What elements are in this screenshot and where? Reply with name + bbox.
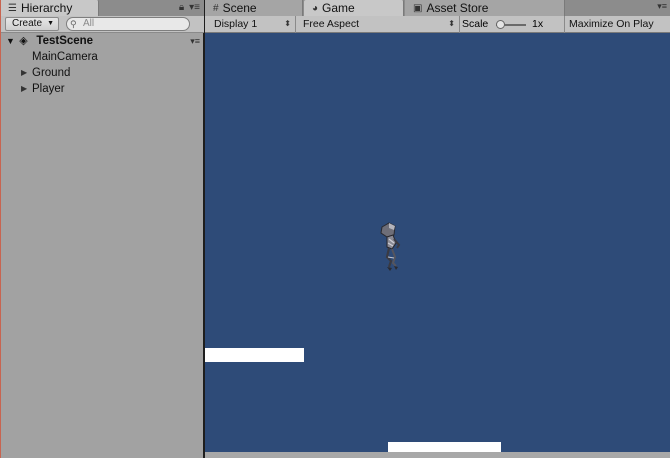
list-icon: ☰	[8, 2, 17, 14]
dropdown-caret-icon: ▼	[47, 20, 54, 27]
tree-item-ground[interactable]: ▶ Ground	[1, 65, 204, 81]
panel-menu-icon[interactable]: ▾≡	[657, 1, 667, 12]
hierarchy-toolbar: Create ▼ ⚲ All	[1, 16, 204, 33]
expanded-arrow-icon[interactable]: ▼	[6, 33, 16, 49]
scale-slider-thumb[interactable]	[496, 20, 505, 29]
updown-arrows-icon: ⬍	[284, 19, 291, 28]
updown-arrows-icon: ⬍	[448, 19, 455, 28]
aspect-value: Free Aspect	[303, 18, 360, 30]
player-sprite	[380, 222, 401, 271]
tab-asset-store-label: Asset Store	[426, 1, 489, 15]
pacman-icon: ◕	[312, 2, 319, 14]
hierarchy-search-input[interactable]: ⚲ All	[66, 17, 190, 31]
tree-item-maincamera[interactable]: MainCamera	[1, 49, 204, 65]
unity-logo-icon: ◈	[19, 35, 28, 47]
game-tab-bar: # Scene ◕ Game ▣ Asset Store ▾≡	[205, 0, 670, 16]
scale-value: 1x	[532, 18, 544, 30]
store-bag-icon: ▣	[413, 2, 423, 14]
hierarchy-panel: ☰ Hierarchy 🔒︎ ▾≡ Create ▼ ⚲ All ▼ ◈ Tes…	[0, 0, 204, 458]
display-value: Display 1	[214, 18, 258, 30]
lock-icon[interactable]: 🔒︎	[179, 1, 184, 15]
grid-icon: #	[213, 2, 219, 14]
game-panel: # Scene ◕ Game ▣ Asset Store ▾≡ Display …	[205, 0, 670, 458]
collapsed-arrow-icon[interactable]: ▶	[21, 65, 27, 81]
bottom-status-strip	[205, 452, 670, 458]
display-dropdown[interactable]: Display 1 ⬍	[208, 16, 296, 33]
hierarchy-tree: ▼ ◈ TestScene ▾≡ MainCamera ▶ Ground ▶ P…	[1, 33, 204, 97]
tab-hierarchy-label: Hierarchy	[20, 1, 73, 15]
tab-scene-label: Scene	[222, 1, 257, 15]
panel-menu-icon[interactable]: ▾≡	[189, 1, 200, 15]
collapsed-arrow-icon[interactable]: ▶	[21, 81, 27, 97]
tree-item-player[interactable]: ▶ Player	[1, 81, 204, 97]
game-toolbar: Display 1 ⬍ Free Aspect ⬍ Scale 1x Maxim…	[205, 16, 670, 33]
platform-bottom	[388, 442, 501, 452]
game-viewport[interactable]	[205, 33, 670, 452]
create-button[interactable]: Create ▼	[5, 17, 59, 31]
maximize-label: Maximize On Play	[569, 18, 654, 30]
platform-left	[205, 348, 304, 362]
tab-game-label: Game	[322, 1, 355, 15]
tree-item-label: Ground	[32, 67, 71, 79]
search-placeholder: All	[83, 18, 95, 29]
scene-menu-icon[interactable]: ▾≡	[190, 33, 200, 49]
hierarchy-tab-bar: ☰ Hierarchy 🔒︎ ▾≡	[1, 0, 204, 16]
tree-item-label: MainCamera	[32, 51, 98, 63]
aspect-dropdown[interactable]: Free Aspect ⬍	[297, 16, 460, 33]
hierarchy-tab-controls: 🔒︎ ▾≡	[179, 1, 200, 15]
scene-row[interactable]: ▼ ◈ TestScene ▾≡	[1, 33, 204, 49]
tab-hierarchy[interactable]: ☰ Hierarchy	[1, 0, 99, 16]
scale-label: Scale	[462, 18, 489, 30]
tab-asset-store[interactable]: ▣ Asset Store	[405, 0, 565, 16]
maximize-on-play-toggle[interactable]: Maximize On Play	[567, 16, 670, 33]
create-button-label: Create	[12, 18, 43, 29]
tree-item-label: Player	[32, 83, 65, 95]
tab-game[interactable]: ◕ Game	[304, 0, 404, 16]
scale-control: Scale 1x	[461, 16, 565, 33]
tab-scene[interactable]: # Scene	[205, 0, 303, 16]
scene-name: TestScene	[36, 35, 94, 47]
search-icon: ⚲	[70, 19, 77, 29]
